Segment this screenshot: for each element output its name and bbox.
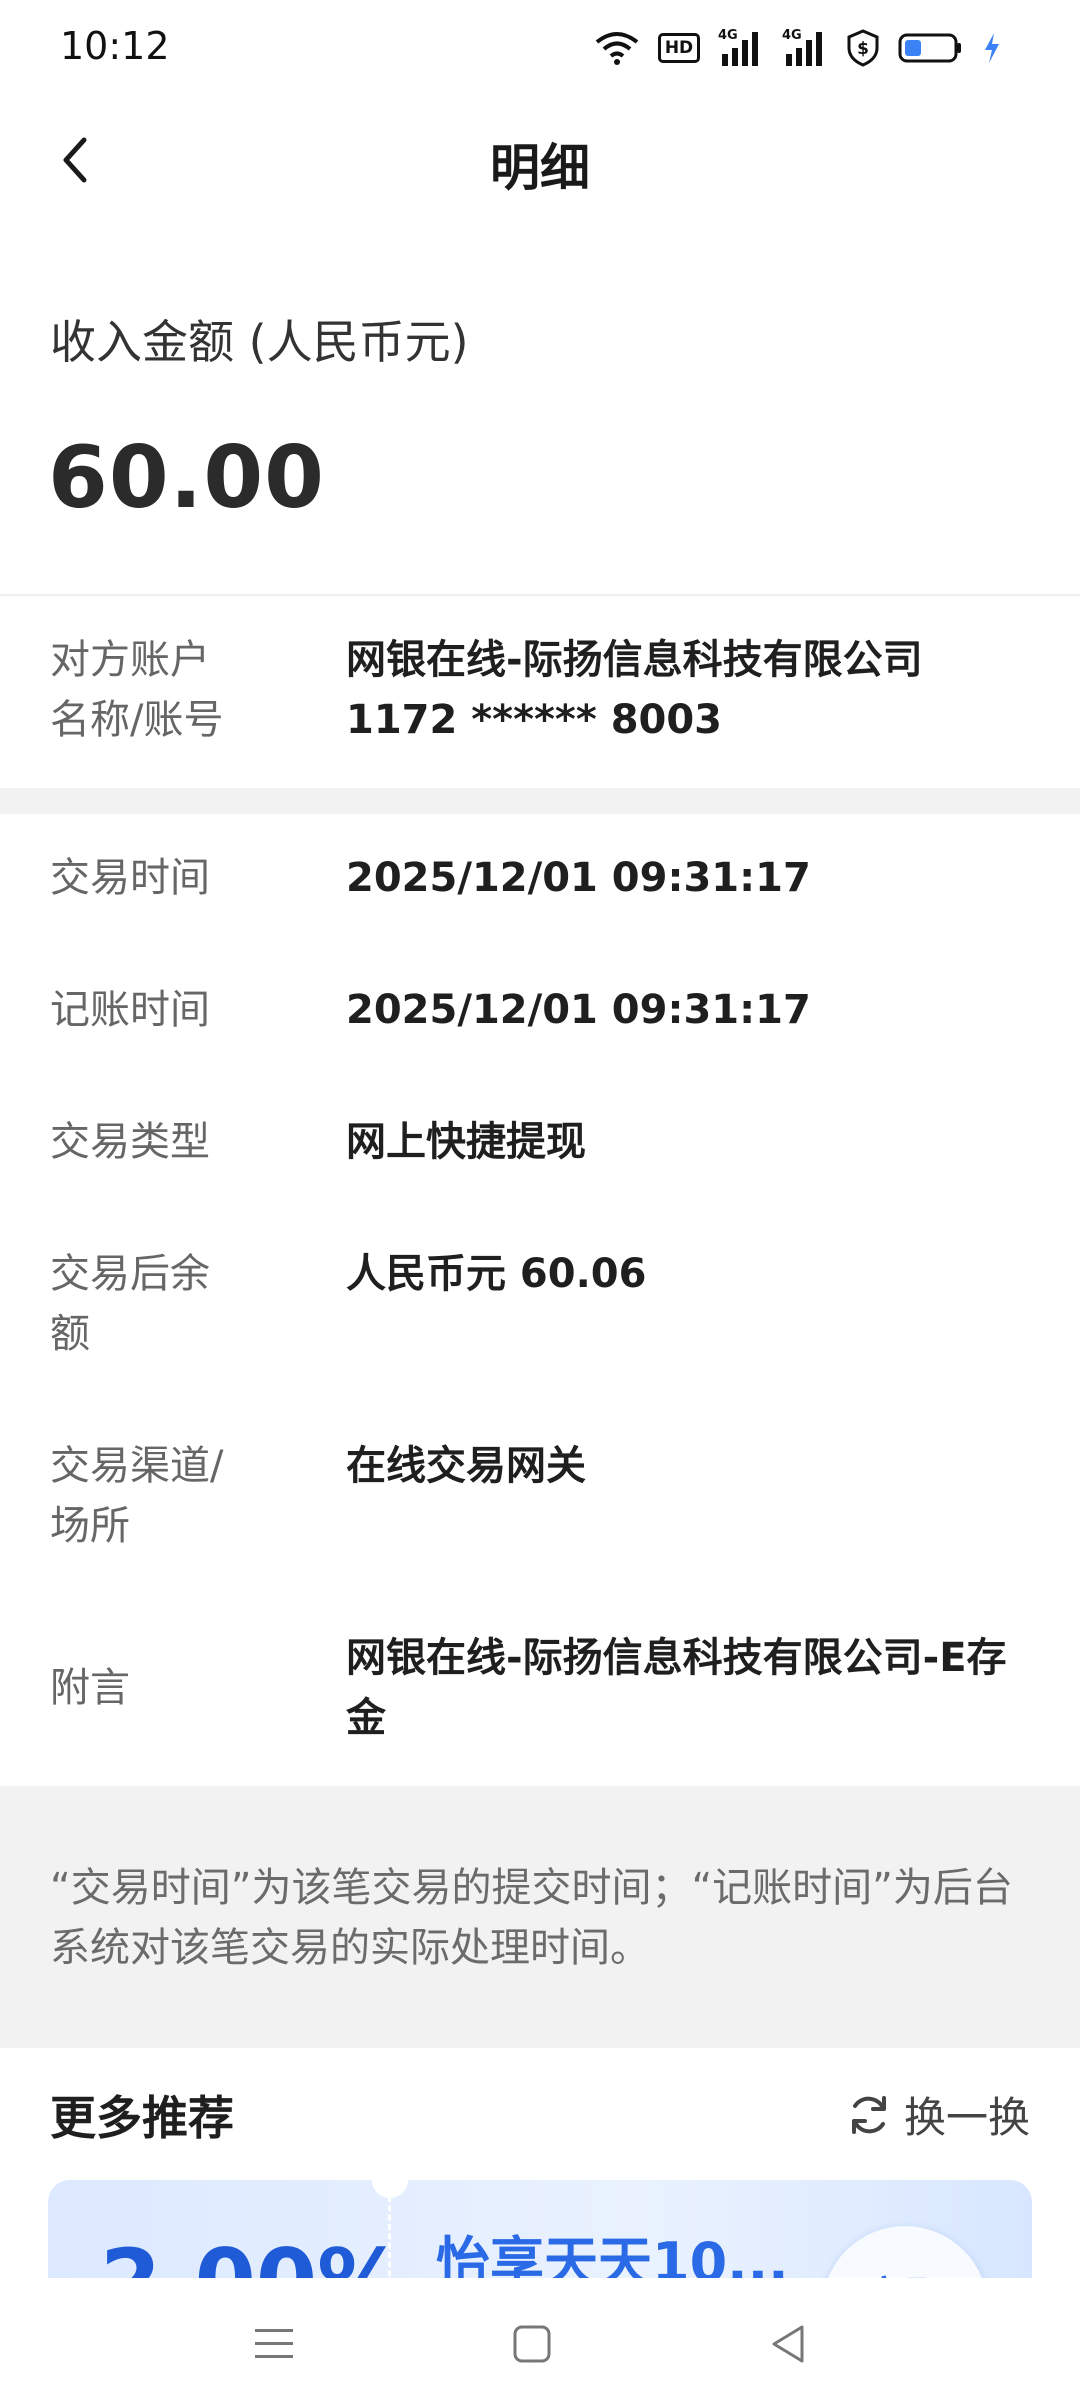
signal-icon-sim2: 4G xyxy=(782,28,828,68)
signal-icon-sim1: 4G xyxy=(718,28,764,68)
status-time: 10:12 xyxy=(60,24,170,68)
triangle-back-icon xyxy=(772,2325,804,2363)
detail-label-channel: 交易渠道/ 场所 xyxy=(50,1436,310,1556)
refresh-label: 换一换 xyxy=(903,2093,1030,2142)
refresh-button[interactable]: 换一换 xyxy=(846,2084,1030,2145)
detail-value-transaction-type: 网上快捷提现 xyxy=(346,1119,586,1165)
counterparty-account: 1172 ****** 8003 xyxy=(346,697,723,743)
square-home-icon xyxy=(513,2325,551,2363)
detail-value-posting-time: 2025/12/01 09:31:17 xyxy=(346,987,811,1033)
promo-action-button[interactable]: 立即 xyxy=(822,2226,988,2280)
refresh-icon xyxy=(851,2095,886,2134)
shield-dollar-icon: $ xyxy=(846,29,880,67)
divider xyxy=(0,594,1080,596)
amount-value: 60.00 xyxy=(48,428,326,528)
section-gap xyxy=(0,788,1080,814)
charging-bolt-icon xyxy=(982,31,1002,65)
detail-label-balance-line1: 交易后余 xyxy=(50,1251,210,1297)
counterparty-label-line1: 对方账户 xyxy=(50,637,210,683)
promo-rate: 2.00% xyxy=(100,2230,405,2280)
back-nav-button[interactable] xyxy=(752,2308,824,2380)
detail-value-remark: 网银在线-际扬信息科技有限公司-E存 金 xyxy=(346,1628,1046,1748)
page-title: 明细 xyxy=(490,139,590,197)
promo-title: 怡享天天10... xyxy=(436,2231,789,2280)
detail-value-transaction-time: 2025/12/01 09:31:17 xyxy=(346,855,811,901)
battery-icon xyxy=(898,31,964,65)
promo-card[interactable]: 2.00% 怡享天天10... 立即 xyxy=(48,2180,1032,2280)
counterparty-name: 网银在线-际扬信息科技有限公司 xyxy=(346,637,923,683)
home-button[interactable] xyxy=(496,2308,568,2380)
detail-label-balance: 交易后余 额 xyxy=(50,1244,310,1364)
detail-screen: 10:12 HD 4G 4G $ 明细 收入金额 (人民币元) 60.00 对方… xyxy=(0,0,1080,2408)
detail-label-remark: 附言 xyxy=(50,1665,130,1711)
detail-value-remark-line1: 网银在线-际扬信息科技有限公司-E存 xyxy=(346,1635,1007,1681)
status-bar: 10:12 HD 4G 4G $ xyxy=(0,0,1080,96)
counterparty-value: 网银在线-际扬信息科技有限公司 1172 ****** 8003 xyxy=(346,630,1046,750)
hd-icon: HD xyxy=(658,33,700,63)
counterparty-label: 对方账户 名称/账号 xyxy=(50,630,310,750)
menu-icon xyxy=(255,2329,293,2358)
system-nav-bar xyxy=(0,2278,1080,2408)
counterparty-label-line2: 名称/账号 xyxy=(50,697,224,743)
note-section: “交易时间”为该笔交易的提交时间；“记账时间”为后台系统对该笔交易的实际处理时间… xyxy=(0,1786,1080,2048)
more-recommend-title: 更多推荐 xyxy=(50,2091,234,2145)
detail-value-channel: 在线交易网关 xyxy=(346,1443,586,1489)
detail-label-channel-line2: 场所 xyxy=(50,1503,130,1549)
detail-label-transaction-time: 交易时间 xyxy=(50,855,210,901)
hd-label: HD xyxy=(664,38,694,58)
menu-button[interactable] xyxy=(238,2308,310,2380)
svg-text:$: $ xyxy=(857,39,869,59)
detail-value-balance: 人民币元 60.06 xyxy=(346,1251,647,1297)
wifi-icon xyxy=(594,30,640,66)
amount-label: 收入金额 (人民币元) xyxy=(50,315,469,369)
note-text: “交易时间”为该笔交易的提交时间；“记账时间”为后台系统对该笔交易的实际处理时间… xyxy=(50,1865,1013,1971)
detail-value-remark-line2: 金 xyxy=(346,1695,386,1741)
detail-label-transaction-type: 交易类型 xyxy=(50,1119,210,1165)
detail-label-posting-time: 记账时间 xyxy=(50,987,210,1033)
status-icons: HD 4G 4G $ xyxy=(594,26,1002,70)
nav-header: 明细 xyxy=(0,96,1080,226)
detail-label-balance-line2: 额 xyxy=(50,1311,90,1357)
detail-label-channel-line1: 交易渠道/ xyxy=(50,1443,224,1489)
